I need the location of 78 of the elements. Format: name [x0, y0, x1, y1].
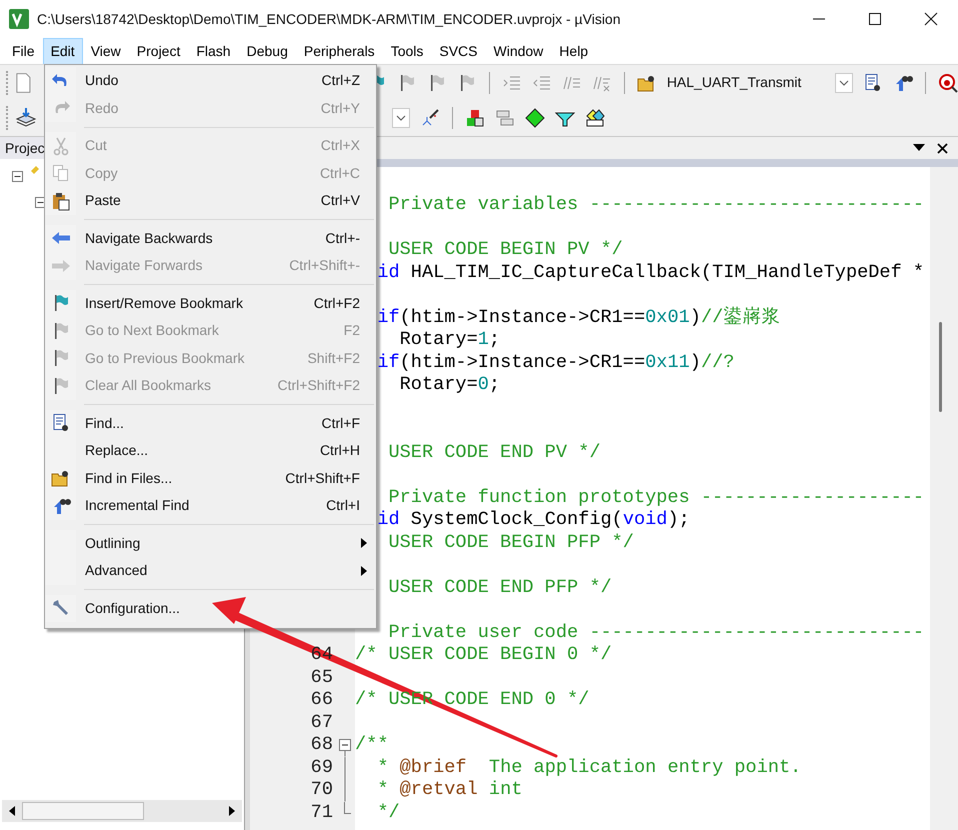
- line-number: 65: [310, 666, 333, 690]
- debug-icon[interactable]: [938, 72, 958, 92]
- code-line: id SystemClock_Config(void);: [377, 508, 690, 532]
- wizard-icon[interactable]: [420, 108, 440, 128]
- menu-item[interactable]: Paste Ctrl+V: [45, 187, 376, 214]
- menu-bar-item[interactable]: Project: [128, 38, 188, 64]
- menu-item[interactable]: Advanced: [45, 557, 376, 584]
- menu-bar-item[interactable]: Edit: [42, 38, 83, 64]
- code-line: USER CODE END PV */: [387, 440, 600, 465]
- code-line: * @retval int: [376, 778, 522, 802]
- code-line: if(htim->Instance->CR1==0x01)//鍙嶈浆: [377, 305, 780, 330]
- code-line: if(htim->Instance->CR1==0x11)//?: [377, 350, 734, 375]
- submenu-arrow-icon: [360, 537, 368, 550]
- chevron-down-icon: [396, 115, 406, 121]
- code-line: * @brief The application entry point.: [376, 756, 802, 780]
- menu-bar-item[interactable]: Flash: [188, 38, 239, 64]
- menu-bar-item[interactable]: Window: [486, 38, 552, 64]
- code-line: /* USER CODE BEGIN 0 */: [355, 643, 612, 668]
- menu-item[interactable]: Undo Ctrl+Z: [45, 67, 376, 94]
- load-icon[interactable]: [15, 107, 37, 129]
- scroll-right-icon[interactable]: [228, 805, 236, 817]
- code-line: Rotary=0;: [398, 373, 500, 398]
- menu-item[interactable]: Navigate Backwards Ctrl+-: [45, 224, 376, 252]
- find-combo[interactable]: HAL_UART_Transmit: [666, 70, 853, 94]
- line-number: 71: [310, 800, 333, 825]
- code-line: USER CODE BEGIN PFP */: [387, 530, 634, 555]
- menu-item[interactable]: Insert/Remove Bookmark Ctrl+F2: [45, 290, 376, 317]
- tiles-icon[interactable]: [585, 108, 605, 128]
- menu-bar-item[interactable]: File: [4, 38, 43, 64]
- code-line: Private user code ------------------------------: [387, 620, 924, 645]
- window-title: C:\Users\18742\Desktop\Demo\TIM_ENCODER\MDK-ARM\TIM_ENCODER.uvprojx - µVision: [37, 10, 621, 29]
- submenu-arrow-icon: [360, 564, 368, 577]
- app-logo-icon: [9, 9, 29, 29]
- menu-bar-item[interactable]: Peripherals: [296, 38, 383, 64]
- code-line: id HAL_TIM_IC_CaptureCallback(TIM_HandleTypeDef *: [377, 260, 924, 285]
- menu-bar-item[interactable]: Tools: [382, 38, 432, 64]
- new-file-icon[interactable]: [14, 72, 32, 94]
- menu-item[interactable]: Find... Ctrl+F: [45, 410, 376, 437]
- collapse-icon[interactable]: [35, 197, 46, 208]
- line-number: 70: [310, 778, 333, 802]
- maximize-icon[interactable]: [868, 12, 882, 26]
- line-number: 69: [310, 756, 333, 780]
- dropdown-icon[interactable]: [913, 144, 925, 152]
- windows-icon[interactable]: [495, 108, 515, 128]
- menu-item[interactable]: Incremental Find Ctrl+I: [45, 492, 376, 520]
- collapse-icon[interactable]: [12, 171, 23, 182]
- close-icon[interactable]: [924, 12, 938, 26]
- close-icon[interactable]: [937, 142, 948, 154]
- scroll-left-icon[interactable]: [8, 805, 16, 817]
- line-number: 67: [310, 710, 333, 735]
- diamond-icon[interactable]: [525, 108, 545, 128]
- menu-item[interactable]: Configuration...: [45, 594, 376, 622]
- find-document-icon[interactable]: [50, 413, 70, 434]
- clipboard-icon[interactable]: [50, 190, 70, 211]
- blocks-icon[interactable]: [465, 108, 485, 128]
- code-line: /**: [355, 733, 388, 758]
- menu-item[interactable]: Outlining: [45, 530, 376, 557]
- code-line: Private function prototypes --------------------: [387, 486, 924, 510]
- menu-bar-item[interactable]: Help: [551, 38, 596, 64]
- panel-tab[interactable]: Projec: [5, 138, 45, 158]
- menu-bar-item[interactable]: Debug: [238, 38, 296, 64]
- code-line: USER CODE BEGIN PV */: [387, 238, 623, 262]
- find-document-icon[interactable]: [863, 72, 883, 92]
- code-line: Rotary=1;: [398, 328, 500, 352]
- chevron-down-icon: [839, 80, 849, 86]
- code-line: USER CODE END PFP */: [387, 576, 612, 600]
- menu-item[interactable]: Replace... Ctrl+H: [45, 437, 376, 464]
- menu-bar-item[interactable]: SVCS: [431, 38, 486, 64]
- menu-item[interactable]: Find in Files... Ctrl+Shift+F: [45, 464, 376, 492]
- line-number: 68: [310, 733, 333, 758]
- code-line: */: [376, 800, 400, 825]
- horizontal-scrollbar[interactable]: [2, 800, 242, 822]
- folder-search-icon[interactable]: [50, 468, 70, 488]
- dropdown-button[interactable]: [392, 108, 410, 128]
- code-line: Private variables ------------------------------: [387, 193, 924, 218]
- menu-bar-item[interactable]: View: [82, 38, 129, 64]
- dropdown-button[interactable]: [835, 72, 853, 92]
- line-number: 66: [310, 688, 333, 712]
